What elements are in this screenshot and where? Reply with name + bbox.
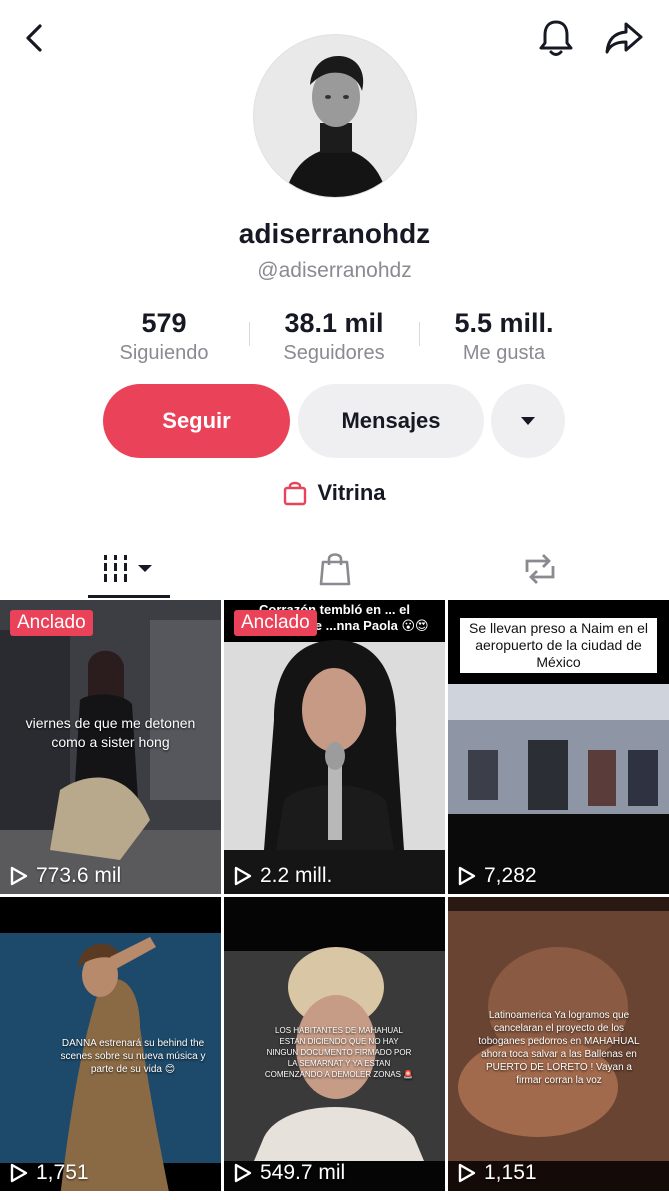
video-caption: Se llevan preso a Naim en el aeropuerto … [460, 618, 657, 673]
video-thumbnail[interactable]: Latinoamerica Ya logramos que cancelaran… [448, 897, 669, 1191]
video-thumbnail[interactable]: DANNA estrenará su behind the scenes sob… [0, 897, 221, 1191]
stat-label: Me gusta [462, 342, 546, 364]
video-caption: DANNA estrenará su behind the scenes sob… [60, 1038, 206, 1075]
view-count: 1,151 [458, 1161, 537, 1185]
video-caption: Latinoamerica Ya logramos que cancelaran… [478, 1010, 640, 1086]
stat-followers[interactable]: 38.1 mil Seguidores [249, 306, 419, 370]
play-icon [10, 1163, 28, 1183]
play-icon [458, 1163, 476, 1183]
stat-value: 579 [141, 308, 187, 338]
tab-videos[interactable] [18, 540, 241, 598]
shopping-bag-icon [319, 553, 350, 586]
thumbnail-image [224, 600, 445, 894]
follow-button[interactable]: Seguir [103, 384, 290, 458]
tab-reposts[interactable] [428, 540, 651, 598]
view-count-value: 7,282 [484, 864, 537, 887]
stat-divider [419, 322, 420, 346]
view-count: 773.6 mil [10, 864, 121, 888]
play-icon [234, 1163, 252, 1183]
bell-icon[interactable] [534, 16, 578, 60]
showcase-label: Vitrina [317, 480, 386, 505]
view-count: 2.2 mill. [234, 864, 332, 888]
video-caption: LOS HABITANTES DE MAHAHUAL ESTAN DICIEND… [264, 1026, 414, 1079]
tab-shop[interactable] [223, 540, 446, 598]
avatar[interactable] [253, 34, 417, 198]
video-thumbnail[interactable]: Anclado viernes de que me detonen como a… [0, 600, 221, 894]
videos-grid-icon [103, 555, 152, 582]
stat-following[interactable]: 579 Siguiendo [79, 306, 249, 370]
handle: @adiserranohdz [257, 259, 412, 282]
more-options-button[interactable] [491, 384, 565, 458]
message-button[interactable]: Mensajes [298, 384, 484, 458]
stat-value: 38.1 mil [284, 308, 384, 338]
showcase-link[interactable]: Vitrina [0, 480, 669, 506]
view-count: 549.7 mil [234, 1161, 345, 1185]
video-caption: viernes de que me detonen como a sister … [25, 715, 196, 750]
stat-label: Siguiendo [119, 342, 209, 364]
play-icon [234, 866, 252, 886]
back-icon[interactable] [12, 16, 56, 60]
pinned-badge: Anclado [234, 610, 317, 636]
stat-divider [249, 322, 250, 346]
repost-icon [525, 554, 554, 584]
display-name: adiserranohdz [238, 218, 431, 249]
view-count: 1,751 [10, 1161, 89, 1185]
stats-row: 579 Siguiendo 38.1 mil Seguidores 5.5 mi… [79, 306, 589, 370]
shopping-bag-icon [284, 481, 307, 506]
stat-likes[interactable]: 5.5 mill. Me gusta [419, 306, 589, 370]
video-thumbnail[interactable]: LOS HABITANTES DE MAHAHUAL ESTAN DICIEND… [224, 897, 445, 1191]
content-tabs [0, 540, 669, 600]
view-count-value: 1,751 [36, 1161, 89, 1184]
share-icon[interactable] [602, 16, 646, 60]
video-thumbnail[interactable]: Corrazón tembló en ... el vozarrón que .… [224, 600, 445, 894]
stat-label: Seguidores [283, 342, 385, 364]
active-tab-indicator [88, 595, 170, 598]
stat-value: 5.5 mill. [454, 308, 554, 338]
view-count: 7,282 [458, 864, 537, 888]
view-count-value: 2.2 mill. [260, 864, 333, 887]
play-icon [10, 866, 28, 886]
pinned-badge: Anclado [10, 610, 93, 636]
play-icon [458, 866, 476, 886]
video-thumbnail[interactable]: Se llevan preso a Naim en el aeropuerto … [448, 600, 669, 894]
view-count-value: 1,151 [484, 1161, 537, 1184]
view-count-value: 549.7 mil [260, 1161, 346, 1184]
caret-down-icon [521, 417, 535, 425]
view-count-value: 773.6 mil [36, 864, 122, 887]
